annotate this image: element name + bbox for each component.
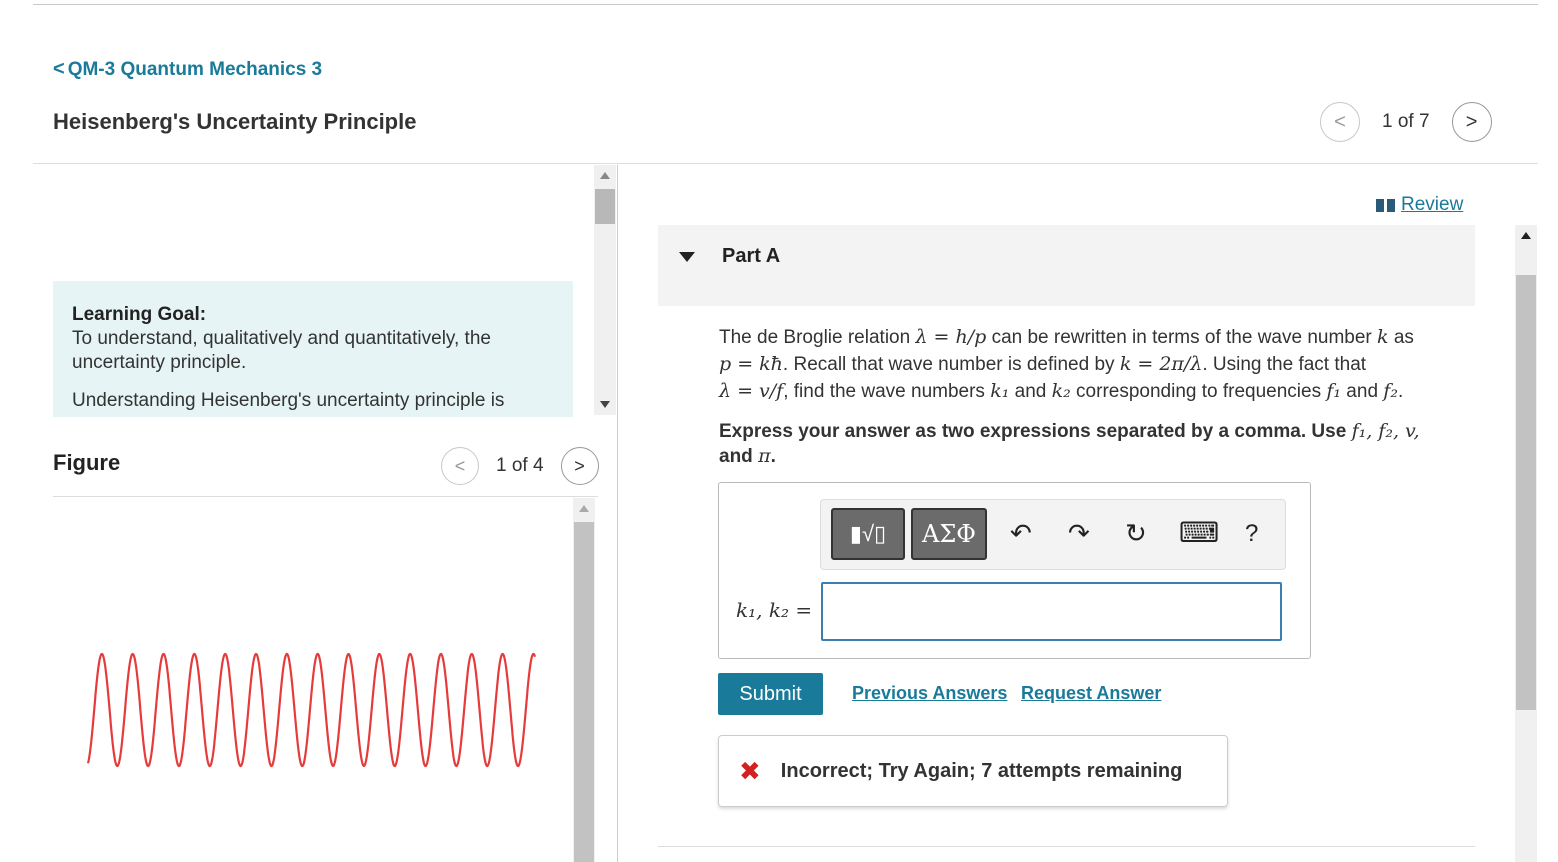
review-link[interactable]: Review bbox=[1376, 194, 1463, 216]
scroll-up-icon[interactable] bbox=[600, 172, 610, 179]
math-toolbar: ▮√▯ ΑΣΦ ↶ ↷ ↻ ⌨ ? bbox=[820, 499, 1286, 570]
breadcrumb[interactable]: < QM-3 Quantum Mechanics 3 bbox=[53, 58, 322, 81]
figure-label: Figure bbox=[53, 450, 121, 475]
figure-pager-label: 1 of 4 bbox=[496, 455, 544, 476]
wave-figure bbox=[86, 652, 537, 768]
reset-icon[interactable]: ↻ bbox=[1125, 518, 1147, 549]
prev-figure-button[interactable]: < bbox=[441, 447, 479, 485]
learning-goal-text: To understand, qualitatively and quantit… bbox=[72, 328, 491, 373]
learning-goal-more: Understanding Heisenberg's uncertainty p… bbox=[72, 390, 505, 411]
scroll-thumb[interactable] bbox=[574, 522, 594, 862]
keyboard-icon[interactable]: ⌨ bbox=[1179, 516, 1219, 549]
page-title: Heisenberg's Uncertainty Principle bbox=[53, 109, 417, 134]
chevron-left-icon: < bbox=[53, 58, 65, 80]
prev-item-button[interactable]: < bbox=[1320, 102, 1360, 142]
chevron-right-icon: > bbox=[1465, 110, 1478, 133]
pane-divider[interactable] bbox=[617, 165, 618, 862]
scroll-thumb[interactable] bbox=[595, 189, 615, 224]
review-label: Review bbox=[1401, 194, 1464, 215]
learning-goal-heading: Learning Goal: bbox=[72, 304, 207, 325]
answer-input[interactable] bbox=[821, 582, 1282, 641]
learning-goal-panel: Learning Goal: To understand, qualitativ… bbox=[53, 281, 573, 417]
collapse-triangle-icon[interactable] bbox=[679, 252, 695, 262]
next-item-button[interactable]: > bbox=[1451, 102, 1492, 142]
top-divider bbox=[33, 4, 1538, 5]
greek-icon: ΑΣΦ bbox=[922, 520, 976, 548]
next-figure-button[interactable]: > bbox=[560, 447, 599, 485]
templates-button[interactable]: ▮√▯ bbox=[831, 508, 905, 560]
figure-scrollbar[interactable] bbox=[573, 498, 595, 862]
greek-symbols-button[interactable]: ΑΣΦ bbox=[911, 508, 987, 560]
undo-icon[interactable]: ↶ bbox=[1010, 518, 1032, 549]
figure-pager: < 1 of 4 > bbox=[441, 447, 599, 485]
scroll-up-icon[interactable] bbox=[1521, 232, 1531, 239]
part-divider bbox=[658, 846, 1475, 847]
feedback-message: Incorrect; Try Again; 7 attempts remaini… bbox=[780, 759, 1183, 782]
wave-path bbox=[86, 652, 537, 768]
redo-icon[interactable]: ↷ bbox=[1068, 518, 1090, 549]
part-a-header[interactable]: Part A bbox=[658, 225, 1475, 306]
chevron-left-icon: < bbox=[454, 455, 466, 476]
scroll-up-icon[interactable] bbox=[579, 505, 589, 512]
submit-button[interactable]: Submit bbox=[718, 673, 823, 715]
scroll-thumb[interactable] bbox=[1516, 275, 1536, 710]
book-icon bbox=[1376, 198, 1395, 212]
request-answer-link[interactable]: Request Answer bbox=[1021, 683, 1161, 704]
question-text: The de Broglie relation λ = h/p can be r… bbox=[719, 326, 1414, 402]
answer-label: k₁, k₂ = bbox=[736, 598, 813, 622]
answer-instructions: Express your answer as two expressions s… bbox=[719, 420, 1420, 467]
header-divider bbox=[33, 163, 1538, 164]
chevron-left-icon: < bbox=[1334, 110, 1346, 133]
intro-scrollbar[interactable] bbox=[594, 165, 616, 415]
templates-icon: ▮√▯ bbox=[849, 521, 887, 546]
part-label: Part A bbox=[722, 245, 781, 267]
figure-divider bbox=[53, 496, 598, 497]
item-pager: < 1 of 7 > bbox=[1320, 102, 1492, 142]
chevron-right-icon: > bbox=[574, 455, 585, 476]
main-scrollbar[interactable] bbox=[1515, 225, 1537, 862]
scroll-down-icon[interactable] bbox=[600, 401, 610, 408]
breadcrumb-label: QM-3 Quantum Mechanics 3 bbox=[67, 58, 323, 80]
incorrect-icon: ✖ bbox=[739, 755, 761, 786]
previous-answers-link[interactable]: Previous Answers bbox=[852, 683, 1007, 704]
help-button[interactable]: ? bbox=[1245, 520, 1258, 548]
pager-label: 1 of 7 bbox=[1382, 111, 1430, 132]
feedback-box: ✖ Incorrect; Try Again; 7 attempts remai… bbox=[718, 735, 1228, 807]
